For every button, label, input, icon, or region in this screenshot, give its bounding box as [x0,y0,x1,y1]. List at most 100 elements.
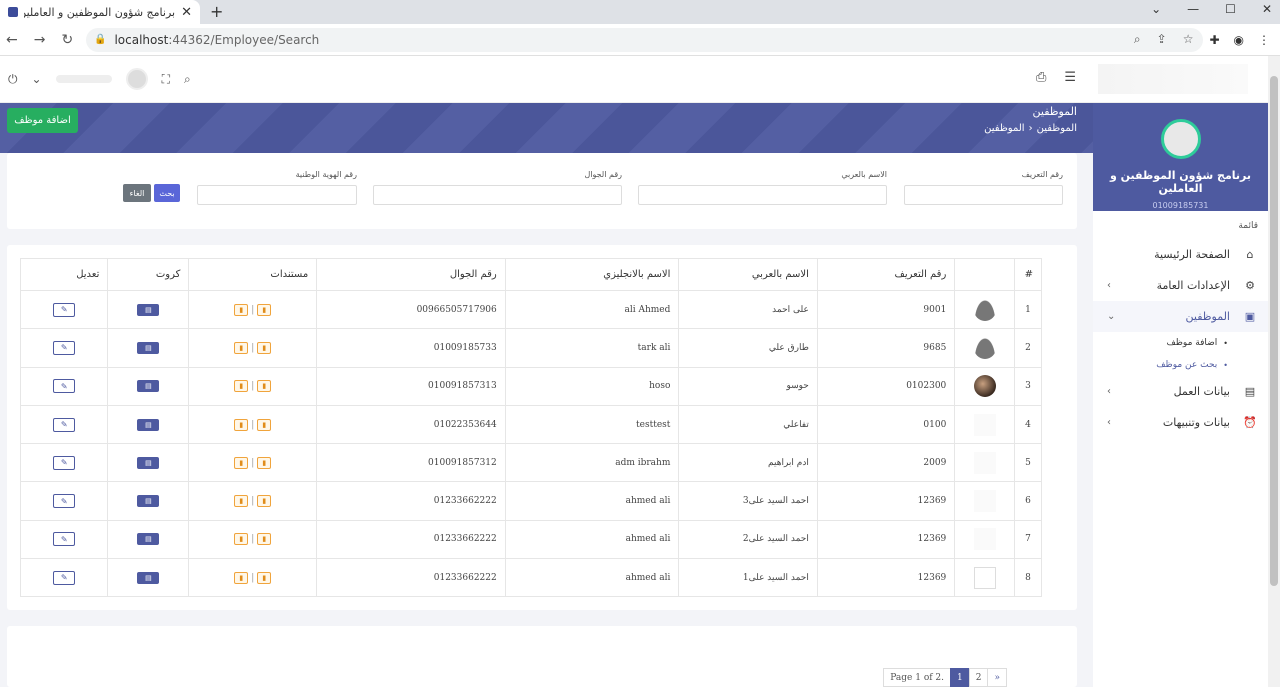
document-icon[interactable]: ▮ [257,495,272,508]
forward-icon[interactable]: → [34,32,46,48]
breadcrumb-item[interactable]: الموظفين [1037,123,1077,134]
avatar[interactable] [125,68,148,90]
edit-pencil-icon[interactable]: ✎ [53,532,76,547]
profile-icon[interactable]: ◉ [1234,33,1244,47]
page-button-1[interactable]: 1 [950,668,970,687]
employee-english-name: ahmed ali [504,481,680,521]
fullscreen-icon[interactable]: ⛶ [162,72,170,87]
hamburger-menu-icon[interactable]: ☰ [1064,70,1076,85]
divider: | [251,419,255,430]
document-icon[interactable]: ▮ [234,341,249,354]
sidebar-item-alerts[interactable]: ⏰ بيانات وتنبيهات › [1093,407,1268,438]
employee-photo-image [973,375,996,398]
document-icon[interactable]: ▮ [234,456,249,469]
document-icon[interactable]: ▮ [234,571,249,584]
id-card-icon[interactable]: ▤ [137,418,160,431]
back-icon[interactable]: ← [6,32,18,48]
url-input[interactable]: 🔒 localhost:44362/Employee/Search ⌕ ⇪ ☆ [86,27,1204,52]
mobile-input[interactable] [373,185,622,205]
employee-code: 2009 [816,443,956,483]
edit-pencil-icon[interactable]: ✎ [53,340,76,355]
employee-mobile: 01233662222 [316,519,506,560]
id-card-icon: ▤ [1244,385,1256,398]
document-icon[interactable]: ▮ [234,303,249,316]
employee-photo-image [973,566,996,589]
breadcrumb-separator-icon: ‹ [1028,123,1033,134]
search-button[interactable]: بحث [154,184,180,202]
employee-photo [954,558,1015,598]
code-input[interactable] [904,185,1063,205]
breadcrumb-item: الموظفين [984,123,1025,134]
zoom-icon[interactable]: ⌕ [1134,32,1141,47]
page-button-2[interactable]: 2 [968,668,989,687]
id-card-icon[interactable]: ▤ [137,341,160,354]
table-body: 1 9001 على احمد ali Ahmed 00966505717906 ▮ | ▮ ▤… [19,289,1043,598]
id-card-icon[interactable]: ▤ [137,571,160,584]
add-employee-button[interactable]: اضافة موظف [7,108,78,133]
menu-kebab-icon[interactable]: ⋮ [1258,33,1270,47]
edit-pencil-icon[interactable]: ✎ [53,455,76,470]
share-icon[interactable]: ⇪ [1157,32,1167,47]
id-card-icon[interactable]: ▤ [137,303,160,316]
id-card-icon[interactable]: ▤ [137,456,160,469]
divider: | [251,342,255,353]
extensions-icon[interactable]: ✚ [1209,33,1219,47]
scrollbar-thumb[interactable] [1270,76,1278,586]
id-card-icon[interactable]: ▤ [137,495,160,508]
employee-photo-image [973,336,996,359]
id-card-icon[interactable]: ▤ [137,533,160,546]
close-tab-icon[interactable]: ✕ [181,5,192,20]
document-icon[interactable]: ▮ [257,533,272,546]
new-tab-icon[interactable]: + [210,2,223,21]
table-row: 5 2009 ادم ابراهيم adm ibrahm 010091857312 ▮ |… [19,443,1043,483]
document-icon[interactable]: ▮ [257,418,272,431]
sidebar-item-employees[interactable]: ▣ الموظفين ⌄ [1093,301,1268,332]
id-card-icon[interactable]: ▤ [137,380,160,393]
document-icon[interactable]: ▮ [257,380,272,393]
edit-pencil-icon[interactable]: ✎ [53,570,76,585]
document-icon[interactable]: ▮ [257,303,272,316]
cancel-button[interactable]: الغاء [123,184,151,202]
cards-cell: ▤ [107,289,190,330]
next-page-button[interactable]: » [987,668,1007,687]
search-icon[interactable]: ⌕ [184,72,191,87]
divider: | [251,496,255,507]
employee-photo [954,289,1015,330]
arabic-name-input[interactable] [638,185,887,205]
employee-photo [954,366,1015,406]
sidebar-item-settings[interactable]: ⚙ الإعدادات العامة › [1093,270,1268,301]
col-header: كروت [107,258,190,291]
browser-tab[interactable]: برنامج شؤون الموظفين و العاملين ✕ [0,0,200,24]
edit-cell: ✎ [19,328,109,368]
edit-pencil-icon[interactable]: ✎ [53,494,76,509]
maximize-icon[interactable]: ☐ [1225,2,1236,16]
document-icon[interactable]: ▮ [257,571,272,584]
minimize-icon[interactable]: — [1187,2,1199,16]
reload-icon[interactable]: ↻ [61,32,73,48]
close-window-icon[interactable]: ✕ [1262,2,1272,16]
submenu-item-add-employee[interactable]: • اضافة موظف [1093,332,1268,354]
submenu-item-search-employee[interactable]: • بحث عن موظف [1093,354,1268,376]
document-icon[interactable]: ▮ [234,418,249,431]
bookmark-star-icon[interactable]: ☆ [1183,32,1194,47]
col-header: الاسم بالعربي [678,258,818,291]
national-id-input[interactable] [197,185,357,205]
sidebar-item-work-data[interactable]: ▤ بيانات العمل › [1093,376,1268,407]
employee-mobile: 01233662222 [316,558,506,598]
document-icon[interactable]: ▮ [234,533,249,546]
edit-pencil-icon[interactable]: ✎ [53,417,76,432]
sidebar-item-home[interactable]: ⌂ الصفحة الرئيسية [1093,239,1268,270]
document-icon[interactable]: ▮ [234,495,249,508]
document-icon[interactable]: ▮ [257,456,272,469]
edit-pencil-icon[interactable]: ✎ [53,302,76,317]
document-icon[interactable]: ▮ [257,341,272,354]
print-icon[interactable]: ⎙ [1036,70,1046,85]
employee-mobile: 01233662222 [316,481,506,521]
document-icon[interactable]: ▮ [234,380,249,393]
power-icon[interactable]: ⏻ [8,72,18,87]
edit-pencil-icon[interactable]: ✎ [53,379,76,394]
chevron-down-icon[interactable]: ⌄ [32,72,42,86]
tab-search-icon[interactable]: ⌄ [1151,2,1161,16]
page-scrollbar[interactable] [1268,56,1280,687]
logo-blurred [1098,64,1248,94]
